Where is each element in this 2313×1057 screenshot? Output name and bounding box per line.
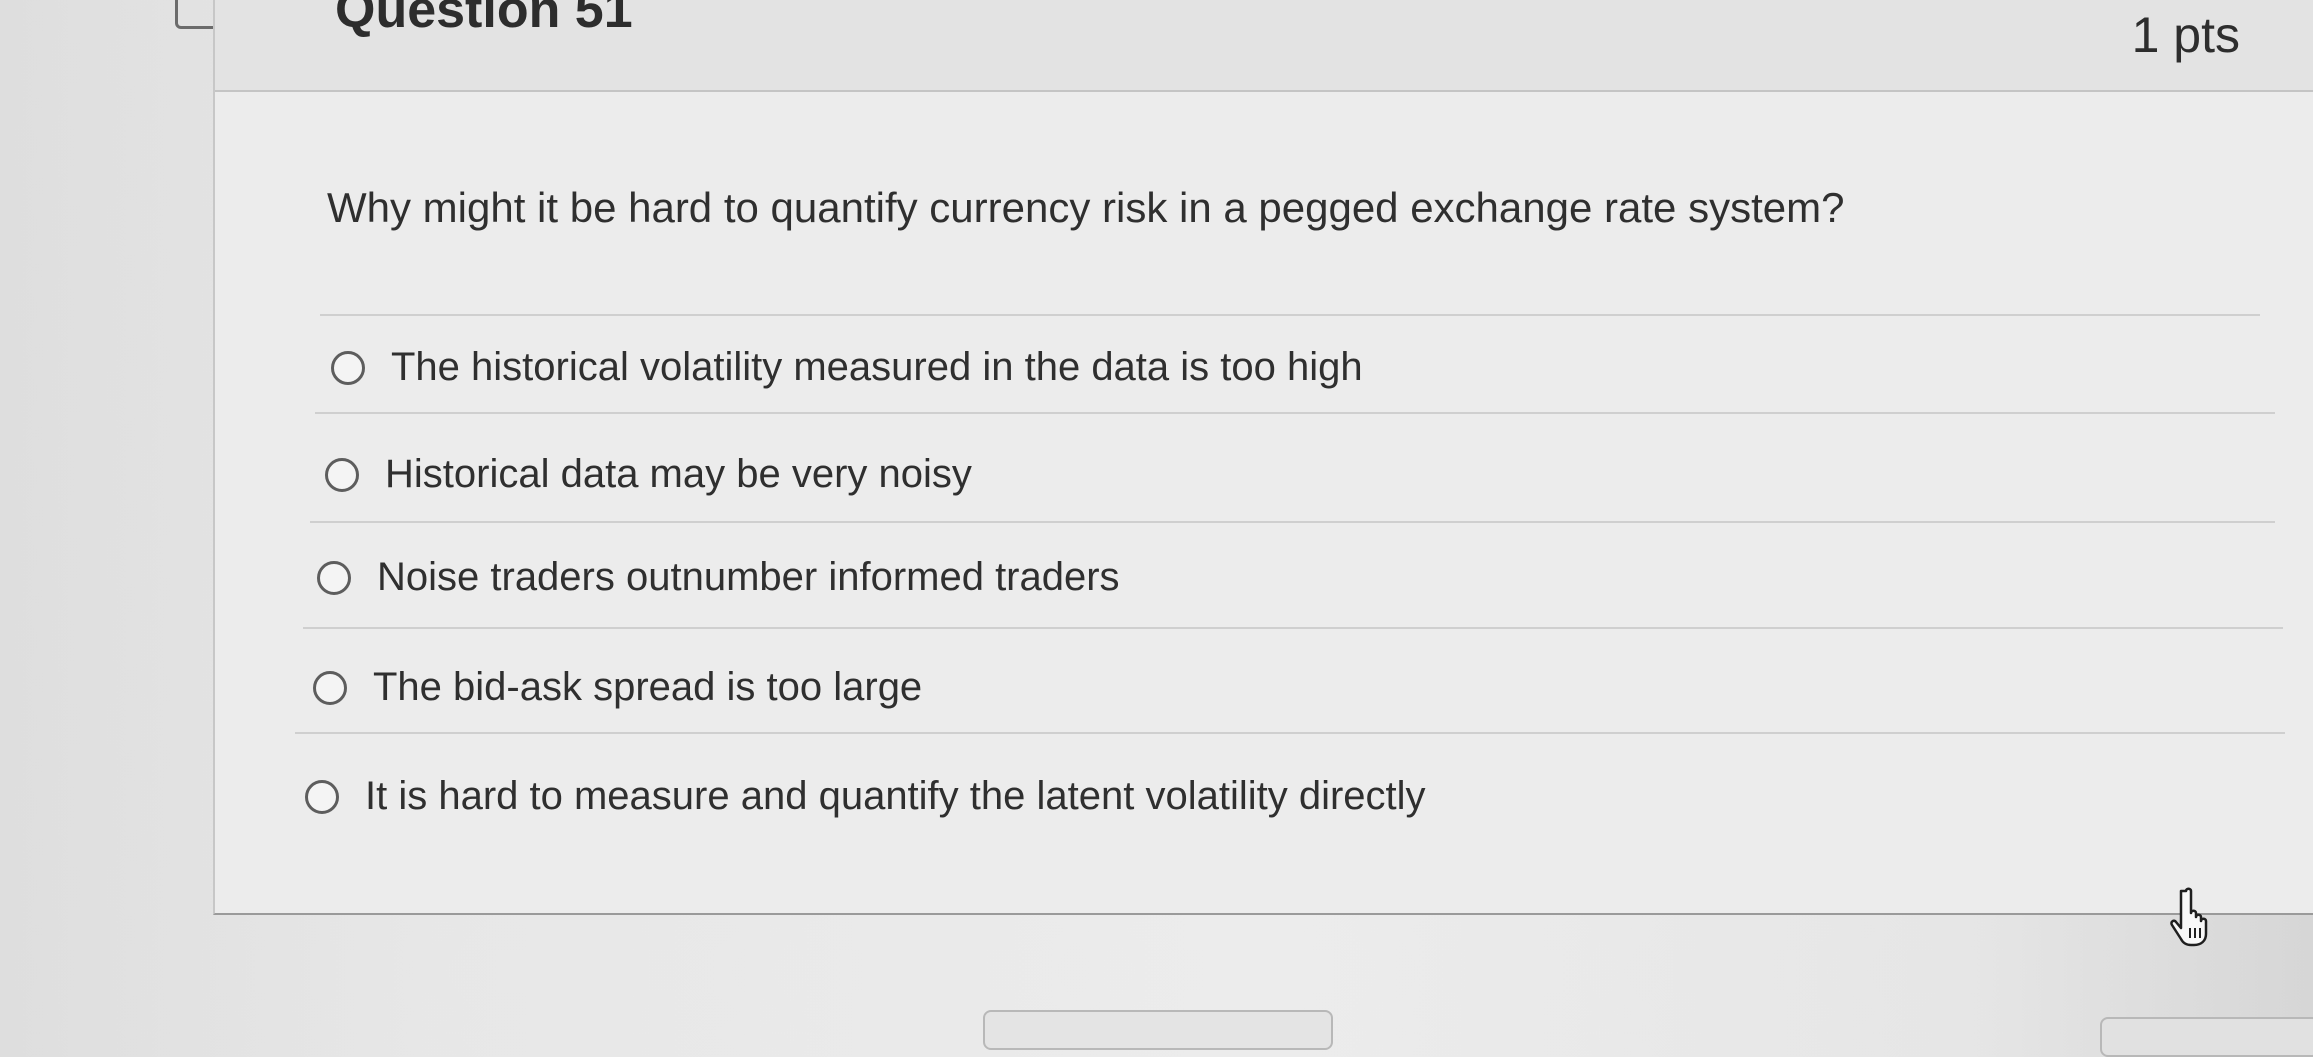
question-prompt: Why might it be hard to quantify currenc… (327, 184, 1845, 231)
radio-button-icon[interactable] (313, 670, 347, 705)
question-header: Question 51 1 pts (215, 0, 2313, 92)
answer-divider (310, 521, 2275, 523)
answer-label: Noise traders outnumber informed traders (377, 555, 1120, 599)
question-card: Question 51 1 pts Why might it be hard t… (213, 0, 2313, 915)
next-button[interactable] (2100, 1017, 2313, 1057)
radio-button-icon[interactable] (331, 350, 365, 385)
answer-label: Historical data may be very noisy (385, 452, 972, 496)
answer-label: The bid-ask spread is too large (373, 665, 923, 709)
answer-option-4[interactable]: The bid-ask spread is too large (313, 665, 922, 710)
answer-option-5[interactable]: It is hard to measure and quantify the l… (305, 774, 1426, 819)
answer-label: The historical volatility measured in th… (391, 345, 1363, 389)
hand-cursor-icon (2170, 887, 2208, 947)
answer-divider (315, 412, 2275, 414)
answer-divider (295, 732, 2285, 734)
question-points: 1 pts (2131, 7, 2240, 63)
answer-option-2[interactable]: Historical data may be very noisy (325, 452, 972, 497)
radio-button-icon[interactable] (305, 779, 339, 814)
question-title: Question 51 (335, 0, 633, 39)
radio-button-icon[interactable] (317, 560, 351, 595)
answer-option-1[interactable]: The historical volatility measured in th… (331, 345, 1363, 390)
answer-divider (303, 627, 2283, 629)
answer-divider (320, 314, 2260, 316)
question-body: Why might it be hard to quantify currenc… (215, 92, 2313, 913)
answer-label: It is hard to measure and quantify the l… (365, 774, 1426, 818)
bottom-action-button[interactable] (983, 1010, 1333, 1050)
radio-button-icon[interactable] (325, 457, 359, 492)
answer-option-3[interactable]: Noise traders outnumber informed traders (317, 555, 1120, 600)
